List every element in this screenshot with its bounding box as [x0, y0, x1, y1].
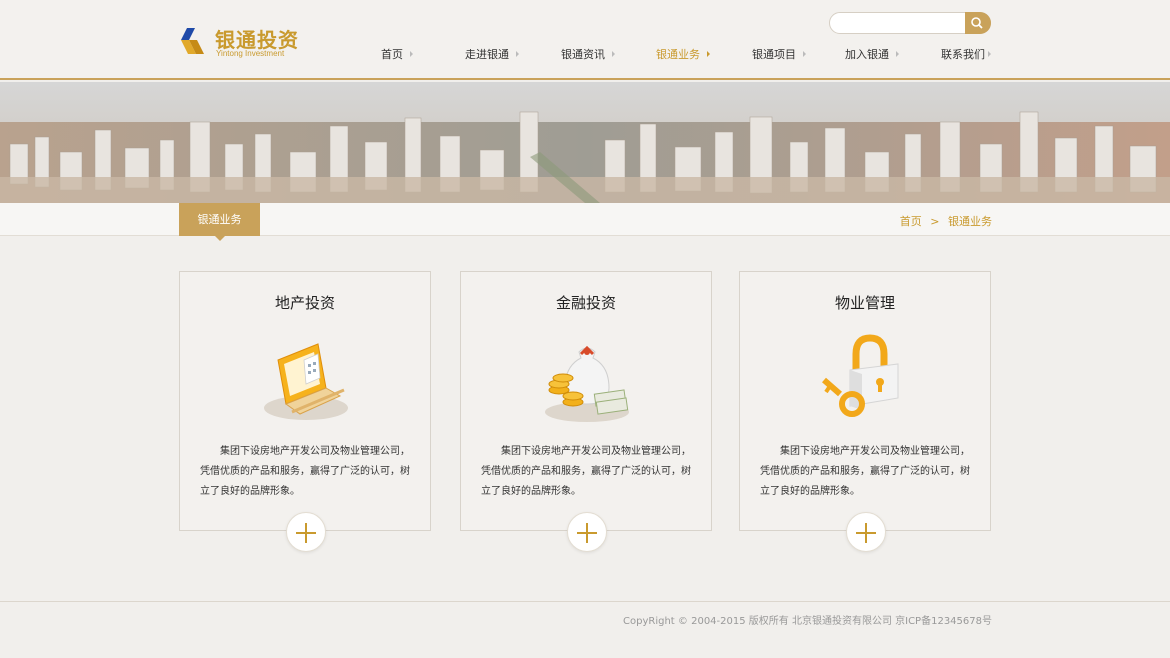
search-input[interactable]	[840, 15, 960, 31]
card-description: 集团下设房地产开发公司及物业管理公司，凭借优质的产品和服务，赢得了广泛的认可，树…	[200, 446, 410, 497]
nav-separator-icon	[988, 51, 991, 57]
nav-separator-icon	[612, 51, 615, 57]
logo[interactable]: 银通投资 Yintong Investment	[178, 22, 308, 62]
nav-item-join[interactable]: 加入银通	[845, 45, 889, 65]
nav-item-business[interactable]: 银通业务	[656, 45, 700, 65]
main-nav: 首页 走进银通 银通资讯 银通业务 银通项目 加入银通 联系我们	[370, 45, 1000, 65]
breadcrumb-separator: >	[930, 215, 940, 228]
service-card-finance: 金融投资 集团下设房地产开发公司及物业管理公司，凭借优质的产品和服务，赢得了广泛…	[460, 271, 712, 552]
nav-separator-icon	[707, 51, 710, 57]
nav-item-contact[interactable]: 联系我们	[941, 45, 985, 65]
cityscape-illustration	[0, 82, 1170, 203]
nav-separator-icon	[803, 51, 806, 57]
search-box	[829, 12, 991, 34]
laptop-building-icon	[264, 343, 348, 420]
site-footer: CopyRight © 2004-2015 版权所有 北京银通投资有限公司 京I…	[0, 601, 1170, 658]
copyright-text: CopyRight © 2004-2015 版权所有 北京银通投资有限公司 京I…	[623, 616, 992, 627]
service-card-property: 物业管理 集团下设房地产开发公司及物业管理公司，凭借优质的产品和服务，赢得了广泛…	[739, 271, 991, 552]
nav-item-projects[interactable]: 银通项目	[752, 45, 796, 65]
nav-separator-icon	[516, 51, 519, 57]
padlock-key-icon	[822, 334, 899, 417]
search-icon	[971, 17, 983, 29]
service-card-real-estate: 地产投资 集团下设房地产开发公司及物业管理公司，凭借优质的产品和服务，赢得了广泛…	[179, 271, 431, 552]
section-tab: 银通业务	[179, 203, 260, 241]
card-description: 集团下设房地产开发公司及物业管理公司，凭借优质的产品和服务，赢得了广泛的认可，树…	[481, 446, 691, 497]
nav-item-about[interactable]: 走进银通	[465, 45, 509, 65]
nav-item-news[interactable]: 银通资讯	[561, 45, 605, 65]
nav-separator-icon	[896, 51, 899, 57]
nav-separator-icon	[410, 51, 413, 57]
search-button[interactable]	[965, 12, 991, 34]
card-title: 物业管理	[834, 294, 895, 312]
breadcrumb-home-link[interactable]: 首页	[900, 213, 922, 229]
logo-subtext: Yintong Investment	[216, 49, 285, 58]
sub-navigation-bar	[0, 203, 1170, 236]
more-plus-button[interactable]	[286, 512, 326, 552]
card-title: 地产投资	[274, 294, 335, 312]
logo-mark-icon	[181, 28, 204, 54]
banner-cityscape-image	[0, 82, 1170, 203]
breadcrumb-current: 银通业务	[948, 215, 992, 228]
breadcrumb: 首页 > 银通业务	[900, 213, 992, 229]
more-plus-button[interactable]	[567, 512, 607, 552]
card-title: 金融投资	[555, 294, 616, 312]
card-description: 集团下设房地产开发公司及物业管理公司，凭借优质的产品和服务，赢得了广泛的认可，树…	[760, 446, 970, 497]
money-bag-coins-icon	[545, 345, 629, 422]
site-header: 银通投资 Yintong Investment 首页 走进银通 银通资讯 银通业…	[0, 0, 1170, 80]
more-plus-button[interactable]	[846, 512, 886, 552]
nav-item-home[interactable]: 首页	[381, 45, 403, 65]
